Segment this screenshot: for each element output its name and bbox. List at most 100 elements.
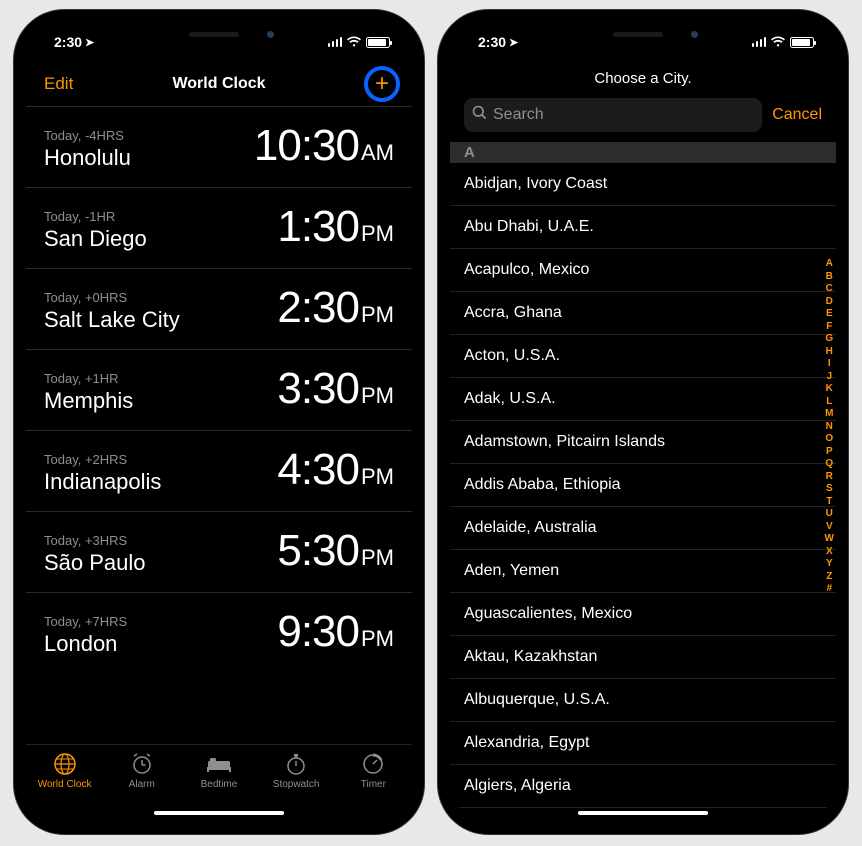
home-indicator[interactable] xyxy=(578,811,708,816)
city-row[interactable]: Adamstown, Pitcairn Islands xyxy=(450,421,836,464)
clock-ampm: PM xyxy=(361,383,394,409)
clock-row[interactable]: Today, -1HRSan Diego1:30PM xyxy=(26,187,412,268)
clock-row[interactable]: Today, -4HRS Honolulu 10:30AM xyxy=(26,106,412,187)
city-row[interactable]: Acton, U.S.A. xyxy=(450,335,836,378)
tab-label: World Clock xyxy=(38,779,92,790)
location-icon: ➤ xyxy=(85,36,94,49)
clock-row[interactable]: Today, +1HRMemphis3:30PM xyxy=(26,349,412,430)
tab-label: Timer xyxy=(361,779,386,790)
wifi-icon xyxy=(770,36,786,48)
index-letter[interactable]: K xyxy=(825,383,834,394)
index-letter[interactable]: F xyxy=(825,321,834,332)
index-letter[interactable]: L xyxy=(825,396,834,407)
navbar: Choose a City. xyxy=(450,62,836,94)
location-icon: ➤ xyxy=(509,36,518,49)
clock-offset: Today, +2HRS xyxy=(44,452,161,467)
index-letter[interactable]: T xyxy=(825,496,834,507)
tab-bedtime[interactable]: Bedtime xyxy=(185,751,253,790)
world-clock-list[interactable]: Today, -4HRS Honolulu 10:30AM Today, -1HRSa… xyxy=(26,106,412,744)
index-letter[interactable]: # xyxy=(825,583,834,594)
index-letter[interactable]: A xyxy=(825,258,834,269)
clock-ampm: PM xyxy=(361,302,394,328)
clock-city: São Paulo xyxy=(44,550,146,576)
city-row[interactable]: Algiers, Algeria xyxy=(450,765,836,808)
city-row[interactable]: Abidjan, Ivory Coast xyxy=(450,163,836,206)
clock-offset: Today, +3HRS xyxy=(44,533,146,548)
battery-icon xyxy=(366,37,390,48)
bedtime-icon xyxy=(206,751,232,777)
cancel-button[interactable]: Cancel xyxy=(772,106,822,124)
index-letter[interactable]: N xyxy=(825,421,834,432)
index-letter[interactable]: H xyxy=(825,346,834,357)
index-letter[interactable]: O xyxy=(825,433,834,444)
tab-stopwatch[interactable]: Stopwatch xyxy=(262,751,330,790)
clock-ampm: PM xyxy=(361,221,394,247)
tab-timer[interactable]: Timer xyxy=(339,751,407,790)
index-letter[interactable]: P xyxy=(825,446,834,457)
notch xyxy=(129,22,309,50)
index-letter[interactable]: I xyxy=(825,358,834,369)
edit-button[interactable]: Edit xyxy=(44,74,84,94)
index-letter[interactable]: J xyxy=(825,371,834,382)
clock-time: 4:30 xyxy=(277,445,359,495)
clock-time: 10:30 xyxy=(254,121,359,171)
stopwatch-icon xyxy=(284,751,308,777)
search-input[interactable]: Search xyxy=(464,98,762,132)
index-letter[interactable]: B xyxy=(825,271,834,282)
city-row[interactable]: Abu Dhabi, U.A.E. xyxy=(450,206,836,249)
clock-ampm: AM xyxy=(361,140,394,166)
index-letter[interactable]: C xyxy=(825,283,834,294)
tab-label: Alarm xyxy=(129,779,155,790)
index-letter[interactable]: Z xyxy=(825,571,834,582)
index-letter[interactable]: W xyxy=(825,533,834,544)
cellular-icon xyxy=(328,37,343,47)
clock-offset: Today, +7HRS xyxy=(44,614,127,629)
clock-ampm: PM xyxy=(361,464,394,490)
clock-city: London xyxy=(44,631,127,657)
clock-city: Honolulu xyxy=(44,145,131,171)
globe-icon xyxy=(53,751,77,777)
index-letter[interactable]: Y xyxy=(825,558,834,569)
status-time: 2:30 xyxy=(478,34,506,50)
tab-label: Stopwatch xyxy=(273,779,320,790)
index-letter[interactable]: U xyxy=(825,508,834,519)
city-list[interactable]: Abidjan, Ivory CoastAbu Dhabi, U.A.E.Aca… xyxy=(450,163,836,822)
cellular-icon xyxy=(752,37,767,47)
city-row[interactable]: Alexandria, Egypt xyxy=(450,722,836,765)
city-row[interactable]: Aden, Yemen xyxy=(450,550,836,593)
index-letter[interactable]: M xyxy=(825,408,834,419)
index-letter[interactable]: R xyxy=(825,471,834,482)
clock-row[interactable]: Today, +3HRSSão Paulo5:30PM xyxy=(26,511,412,592)
alpha-index[interactable]: ABCDEFGHIJKLMNOPQRSTUVWXYZ# xyxy=(825,258,834,594)
tab-alarm[interactable]: Alarm xyxy=(108,751,176,790)
clock-time: 3:30 xyxy=(277,364,359,414)
index-letter[interactable]: G xyxy=(825,333,834,344)
clock-row[interactable]: Today, +2HRSIndianapolis4:30PM xyxy=(26,430,412,511)
alarm-icon xyxy=(130,751,154,777)
index-letter[interactable]: D xyxy=(825,296,834,307)
index-letter[interactable]: E xyxy=(825,308,834,319)
clock-time: 9:30 xyxy=(277,607,359,657)
add-button[interactable]: + xyxy=(364,66,400,102)
city-row[interactable]: Accra, Ghana xyxy=(450,292,836,335)
city-row[interactable]: Addis Ababa, Ethiopia xyxy=(450,464,836,507)
search-icon xyxy=(472,105,487,125)
city-row[interactable]: Adelaide, Australia xyxy=(450,507,836,550)
index-letter[interactable]: X xyxy=(825,546,834,557)
clock-row[interactable]: Today, +0HRSSalt Lake City2:30PM xyxy=(26,268,412,349)
city-row[interactable]: Aguascalientes, Mexico xyxy=(450,593,836,636)
city-row[interactable]: Aktau, Kazakhstan xyxy=(450,636,836,679)
home-indicator[interactable] xyxy=(154,811,284,816)
index-letter[interactable]: S xyxy=(825,483,834,494)
city-row[interactable]: Acapulco, Mexico xyxy=(450,249,836,292)
clock-row[interactable]: Today, +7HRS London 9:30PM xyxy=(26,592,412,673)
section-header: A xyxy=(450,142,836,163)
city-row[interactable]: Adak, U.S.A. xyxy=(450,378,836,421)
tab-world-clock[interactable]: World Clock xyxy=(31,751,99,790)
index-letter[interactable]: V xyxy=(825,521,834,532)
clock-offset: Today, -4HRS xyxy=(44,128,131,143)
index-letter[interactable]: Q xyxy=(825,458,834,469)
status-time: 2:30 xyxy=(54,34,82,50)
clock-ampm: PM xyxy=(361,626,394,652)
city-row[interactable]: Albuquerque, U.S.A. xyxy=(450,679,836,722)
